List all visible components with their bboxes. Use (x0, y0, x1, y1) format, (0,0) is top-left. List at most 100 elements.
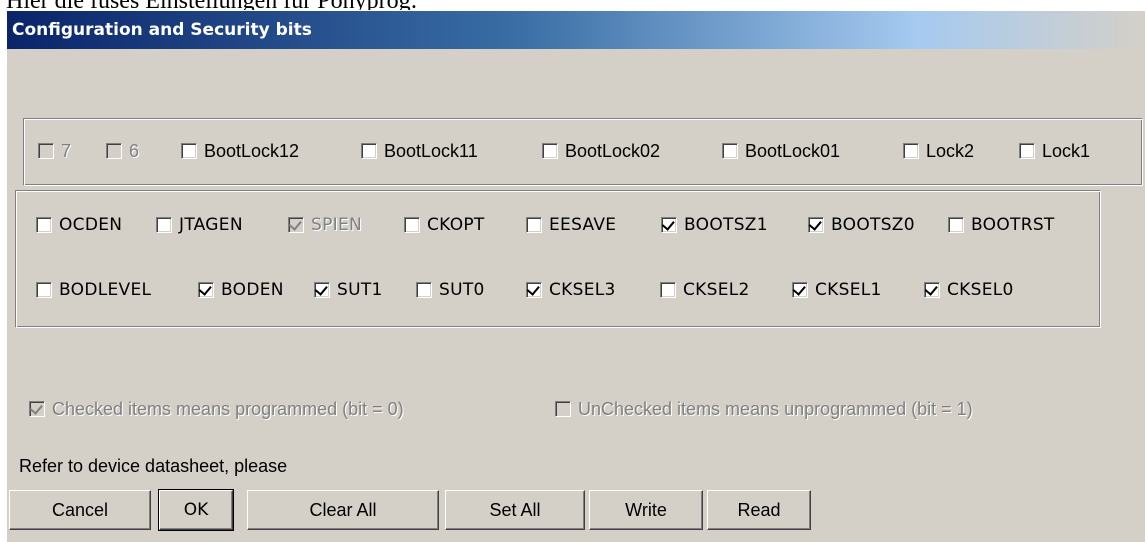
checkbox-label: BOOTRST (971, 215, 1055, 235)
fuse-low-row: BODLEVEL BODEN SUT1 SUT0 CKSEL3 CKSEL2 C… (16, 278, 1100, 302)
checkbox-box[interactable] (661, 217, 677, 233)
cksel2-checkbox[interactable]: CKSEL2 (660, 278, 750, 302)
config-security-dialog: Configuration and Security bits 7 6 Boot… (6, 10, 1145, 542)
checkbox-box[interactable] (792, 282, 808, 298)
checkbox-label: SPIEN (311, 215, 363, 235)
checkbox-label: CKOPT (427, 215, 485, 235)
checkbox-label: EESAVE (549, 215, 617, 235)
sut1-checkbox[interactable]: SUT1 (314, 278, 383, 302)
checkbox-box[interactable] (361, 143, 377, 159)
checkbox-label: BODEN (221, 280, 284, 300)
checkmark-icon (526, 282, 540, 296)
checkbox-box[interactable] (181, 143, 197, 159)
checkbox-label: Lock1 (1042, 140, 1091, 161)
fuse-bits-group: OCDEN JTAGEN SPIEN CKOPT EESAVE BOOTSZ1 … (15, 190, 1101, 328)
lock1-checkbox[interactable]: Lock1 (1019, 139, 1090, 163)
checkbox-label: BootLock02 (565, 140, 661, 161)
datasheet-hint: Refer to device datasheet, please (19, 456, 288, 476)
eesave-checkbox[interactable]: EESAVE (526, 213, 616, 237)
checkbox-label: Checked items means programmed (bit = 0) (52, 398, 404, 419)
checkbox-box[interactable] (555, 401, 571, 417)
checkbox-box[interactable] (526, 282, 542, 298)
set-all-button[interactable]: Set All (445, 490, 585, 530)
checkbox-box[interactable] (38, 143, 54, 159)
checkbox-label: SUT1 (337, 280, 383, 300)
checkmark-icon (314, 282, 328, 296)
checkbox-box[interactable] (948, 217, 964, 233)
checkbox-box[interactable] (1019, 143, 1035, 159)
checkbox-box[interactable] (29, 401, 45, 417)
ckopt-checkbox[interactable]: CKOPT (404, 213, 485, 237)
bodlevel-checkbox[interactable]: BODLEVEL (36, 278, 151, 302)
lock-bit-7-checkbox[interactable]: 7 (38, 139, 71, 163)
bootsz1-checkbox[interactable]: BOOTSZ1 (661, 213, 768, 237)
checkbox-box[interactable] (808, 217, 824, 233)
checkbox-label: 7 (61, 140, 72, 161)
checkbox-label: OCDEN (59, 215, 123, 235)
checkbox-box[interactable] (924, 282, 940, 298)
checkbox-label: CKSEL3 (549, 280, 616, 300)
checkbox-box[interactable] (542, 143, 558, 159)
checkbox-label: JTAGEN (179, 215, 243, 235)
sut0-checkbox[interactable]: SUT0 (416, 278, 485, 302)
checkmark-icon (808, 217, 822, 231)
lock2-checkbox[interactable]: Lock2 (903, 139, 974, 163)
jtagen-checkbox[interactable]: JTAGEN (156, 213, 243, 237)
legend-unchecked-checkbox[interactable]: UnChecked items means unprogrammed (bit … (555, 397, 973, 421)
checkmark-icon (288, 217, 302, 231)
checkbox-label: CKSEL2 (683, 280, 750, 300)
checkbox-box[interactable] (314, 282, 330, 298)
cksel0-checkbox[interactable]: CKSEL0 (924, 278, 1014, 302)
checkbox-label: BootLock01 (745, 140, 841, 161)
checkbox-label: SUT0 (439, 280, 485, 300)
read-button[interactable]: Read (707, 490, 811, 530)
clear-all-button[interactable]: Clear All (247, 490, 439, 530)
checkbox-box[interactable] (198, 282, 214, 298)
checkbox-box[interactable] (903, 143, 919, 159)
checkbox-box[interactable] (416, 282, 432, 298)
checkmark-icon (29, 401, 43, 415)
ok-button[interactable]: OK (158, 489, 234, 531)
checkbox-box[interactable] (526, 217, 542, 233)
write-button[interactable]: Write (589, 490, 703, 530)
checkmark-icon (661, 217, 675, 231)
bootrst-checkbox[interactable]: BOOTRST (948, 213, 1055, 237)
checkbox-box[interactable] (36, 217, 52, 233)
checkbox-label: 6 (129, 140, 140, 161)
bootlock11-checkbox[interactable]: BootLock11 (361, 139, 478, 163)
checkbox-label: BOOTSZ0 (831, 215, 915, 235)
checkbox-label: CKSEL0 (947, 280, 1014, 300)
bootlock01-checkbox[interactable]: BootLock01 (722, 139, 840, 163)
title-bar: Configuration and Security bits (7, 11, 1145, 49)
bootsz0-checkbox[interactable]: BOOTSZ0 (808, 213, 915, 237)
checkbox-box[interactable] (404, 217, 420, 233)
cancel-button[interactable]: Cancel (9, 490, 151, 530)
checkbox-label: Lock2 (926, 140, 975, 161)
checkbox-label: CKSEL1 (815, 280, 882, 300)
lock-bits-group: 7 6 BootLock12 BootLock11 BootLock02 Boo… (23, 118, 1143, 186)
spien-checkbox[interactable]: SPIEN (288, 213, 362, 237)
checkbox-box[interactable] (106, 143, 122, 159)
checkbox-label: BODLEVEL (59, 280, 152, 300)
checkmark-icon (198, 282, 212, 296)
checkbox-box[interactable] (156, 217, 172, 233)
checkbox-label: BootLock12 (204, 140, 300, 161)
fuse-high-row: OCDEN JTAGEN SPIEN CKOPT EESAVE BOOTSZ1 … (16, 213, 1100, 237)
checkbox-label: UnChecked items means unprogrammed (bit … (578, 398, 973, 419)
bootlock12-checkbox[interactable]: BootLock12 (181, 139, 299, 163)
checkbox-box[interactable] (660, 282, 676, 298)
checkmark-icon (792, 282, 806, 296)
checkbox-label: BOOTSZ1 (684, 215, 768, 235)
boden-checkbox[interactable]: BODEN (198, 278, 284, 302)
checkbox-label: BootLock11 (384, 140, 478, 161)
cksel3-checkbox[interactable]: CKSEL3 (526, 278, 616, 302)
cksel1-checkbox[interactable]: CKSEL1 (792, 278, 882, 302)
legend-checked-checkbox[interactable]: Checked items means programmed (bit = 0) (29, 397, 404, 421)
checkbox-box[interactable] (36, 282, 52, 298)
bootlock02-checkbox[interactable]: BootLock02 (542, 139, 660, 163)
checkmark-icon (924, 282, 938, 296)
checkbox-box[interactable] (722, 143, 738, 159)
lock-bit-6-checkbox[interactable]: 6 (106, 139, 139, 163)
checkbox-box[interactable] (288, 217, 304, 233)
ocden-checkbox[interactable]: OCDEN (36, 213, 122, 237)
